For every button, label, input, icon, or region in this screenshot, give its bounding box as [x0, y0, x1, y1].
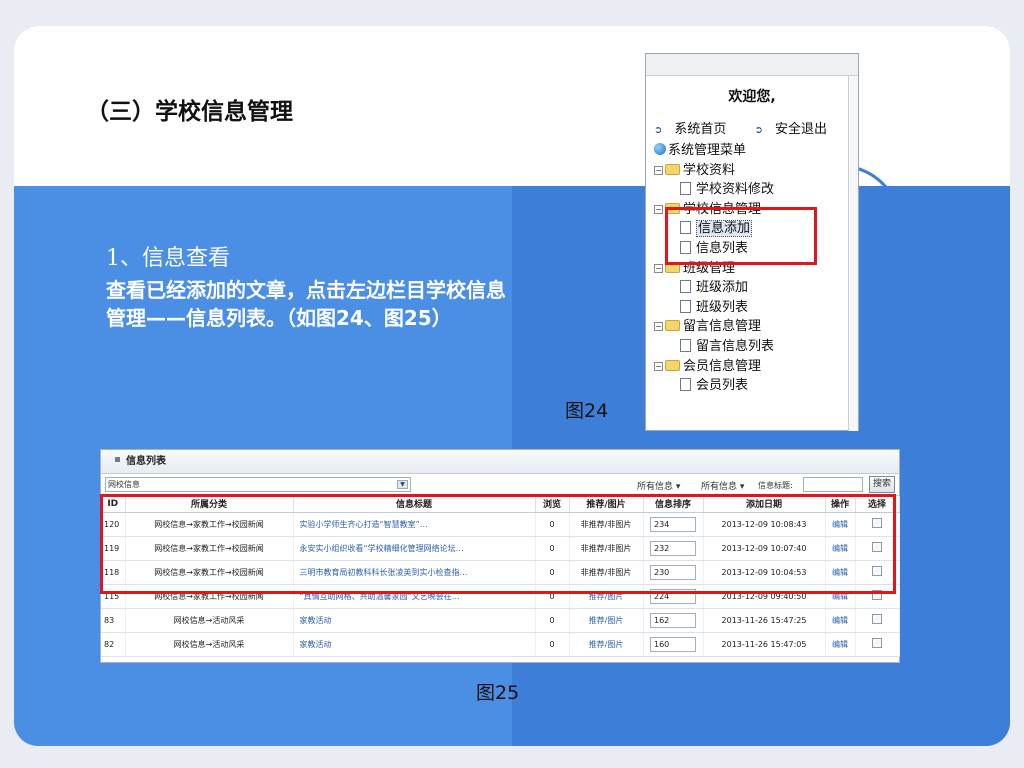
cell-recommend[interactable]: 推荐/图片	[569, 608, 644, 633]
document-icon	[680, 280, 691, 294]
cell-views: 0	[535, 632, 570, 657]
cell-views: 0	[535, 608, 570, 633]
tree-leaf[interactable]: 班级列表	[654, 298, 858, 318]
top-links: ➲ 系统首页 ➲ 安全退出	[646, 118, 858, 137]
row-checkbox[interactable]	[872, 638, 882, 648]
filter-select-2[interactable]: 所有信息 ▾	[701, 479, 744, 492]
collapse-icon[interactable]: −	[654, 204, 663, 214]
folder-icon	[665, 320, 680, 332]
document-icon	[680, 338, 691, 352]
order-input[interactable]: 160	[650, 636, 696, 652]
cell-title-link[interactable]: 家教活动	[293, 608, 536, 633]
tree-leaf[interactable]: 班级添加	[654, 278, 858, 298]
category-select[interactable]: 网校信息 ▼	[105, 477, 411, 492]
tree-folder[interactable]: − 留言信息管理	[654, 317, 858, 337]
cell-category: 网校信息→活动风采	[125, 608, 294, 633]
logout-link[interactable]: ➲ 安全退出	[755, 122, 839, 137]
tree-folder[interactable]: − 学校资料	[654, 161, 858, 181]
arrow-icon: ➲	[754, 125, 763, 136]
chevron-down-icon: ▼	[397, 480, 408, 489]
menu-tree: 系统管理菜单 − 学校资料 学校资料修改 − 学校信息管理 信息添加 信息列表 − 班级管理 班级…	[646, 141, 858, 396]
edit-link[interactable]: 编辑	[825, 608, 856, 633]
menu-root: 系统管理菜单	[654, 141, 858, 161]
cell-order: 160	[643, 632, 704, 657]
cell-select	[855, 632, 900, 657]
table-row: 82 网校信息→活动风采 家教活动 0 推荐/图片 160 2013-11-26 15:47…	[101, 632, 900, 657]
collapse-icon[interactable]: −	[654, 322, 663, 332]
filter-bar: 网校信息 ▼ 所有信息 ▾ 所有信息 ▾ 信息标题: 搜索	[101, 474, 899, 496]
cell-date: 2013-11-26 15:47:05	[703, 632, 826, 657]
cell-title-link[interactable]: 家教活动	[293, 632, 536, 657]
fig24-top-strip	[646, 54, 858, 76]
tree-items: − 学校资料 学校资料修改 − 学校信息管理 信息添加 信息列表 − 班级管理 班级添加 班级列表 −…	[654, 161, 858, 396]
step-block: 1、信息查看 查看已经添加的文章，点击左边栏目学校信息管理——信息列表。（如图2…	[106, 240, 506, 332]
row-checkbox[interactable]	[872, 614, 882, 624]
tree-folder[interactable]: − 会员信息管理	[654, 357, 858, 377]
order-input[interactable]: 162	[650, 612, 696, 628]
home-link[interactable]: ➲ 系统首页	[654, 122, 738, 137]
collapse-icon[interactable]: −	[654, 361, 663, 371]
globe-icon	[654, 143, 666, 155]
search-label: 信息标题:	[758, 481, 793, 490]
search-button[interactable]: 搜索	[869, 476, 895, 493]
decor-curve	[855, 166, 900, 207]
caption-25: 图25	[476, 682, 520, 704]
bullet-icon	[115, 457, 120, 462]
document-icon	[680, 378, 691, 392]
highlight-box-24	[665, 207, 817, 265]
document-icon	[680, 299, 691, 313]
folder-icon	[665, 359, 680, 371]
caption-24: 图24	[565, 400, 609, 422]
cell-order: 162	[643, 608, 704, 633]
collapse-icon[interactable]: −	[654, 165, 663, 175]
slide-title: （三）学校信息管理	[86, 99, 293, 125]
document-icon	[680, 182, 691, 196]
filter-select-1[interactable]: 所有信息 ▾	[637, 479, 680, 492]
table-row: 83 网校信息→活动风采 家教活动 0 推荐/图片 162 2013-11-26 15:47…	[101, 608, 900, 633]
step-number: 1、信息查看	[106, 246, 230, 271]
cell-recommend[interactable]: 推荐/图片	[569, 632, 644, 657]
cell-select	[855, 608, 900, 633]
tree-leaf[interactable]: 学校资料修改	[654, 180, 858, 200]
fig24-collapse-bar[interactable]	[848, 76, 858, 431]
cell-id: 82	[101, 632, 126, 657]
cell-id: 83	[101, 608, 126, 633]
tree-leaf[interactable]: 会员列表	[654, 376, 858, 396]
collapse-icon[interactable]: −	[654, 263, 663, 273]
arrow-icon: ➲	[654, 125, 663, 136]
cell-date: 2013-11-26 15:47:25	[703, 608, 826, 633]
highlight-box-25	[100, 494, 896, 594]
edit-link[interactable]: 编辑	[825, 632, 856, 657]
search-input[interactable]	[803, 477, 863, 492]
tree-leaf[interactable]: 留言信息列表	[654, 337, 858, 357]
step-description: 查看已经添加的文章，点击左边栏目学校信息管理——信息列表。（如图24、图25）	[106, 278, 506, 330]
welcome-text: 欢迎您,	[728, 89, 776, 105]
cell-category: 网校信息→活动风采	[125, 632, 294, 657]
panel-title: 信息列表	[101, 450, 899, 474]
folder-icon	[665, 163, 680, 175]
